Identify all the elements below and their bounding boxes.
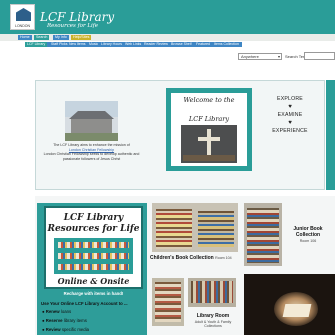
welcome-subtitle: LCF Library [188,115,230,123]
promo-title-line-2: Resources for Life [47,224,140,234]
nav-music[interactable]: Music [89,42,98,47]
nav-featured[interactable]: Featured [196,42,210,47]
logo-text: LONDON [15,24,30,28]
welcome-card-inner: Welcome to the LCF Library [171,93,247,166]
explore-examine-experience: EXPLORE ♥ EXAMINE ♥ EXPERIENCE [262,96,318,135]
secondary-nav: LCF Library Staff Picks New Items Music … [0,41,335,48]
library-room-title[interactable]: Library Room [188,313,238,319]
heart-icon: ♥ [288,120,292,126]
nav-home[interactable]: Home [18,35,32,40]
search-scope-value: Anywhere [241,54,259,59]
library-room-subtitle: Adult & Youth & Family Collections [194,320,232,329]
site-title[interactable]: LCF Library [40,10,114,24]
nav-staff-picks[interactable]: Staff Picks [51,42,67,47]
nav-new-items[interactable]: New Items [69,42,86,47]
word-examine: EXAMINE [277,112,303,118]
junior-collection-title[interactable]: Junior Book Collection [286,226,330,238]
library-room-photo[interactable] [152,278,184,326]
bullet-verb: Reserve [45,318,63,323]
use-account-heading: Use Your Online LCF Library Account to .… [41,301,128,306]
search-input[interactable] [304,52,335,60]
promo-title-line-3: Online & Onsite [57,276,130,286]
welcome-title: Welcome to the [183,96,235,104]
childrens-collection-title: Children's Book Collection [150,255,214,261]
nav-lcf-library[interactable]: LCF Library [25,42,48,47]
cross-photo [181,125,237,163]
word-explore: EXPLORE [277,96,303,102]
nav-browse-shelf[interactable]: Browse Shelf [171,42,192,47]
bullet-renew: ● Renew loans [42,309,72,314]
chevron-down-icon: ▾ [277,54,280,59]
welcome-card: Welcome to the LCF Library [166,88,252,171]
bullet-rest: specific media [61,327,90,332]
bullet-reserve: ● Reserve library items [42,318,87,323]
promo-title-line-1: LCF Library [63,213,124,223]
search-scope-select[interactable]: Anywhere ▾ [238,53,282,60]
library-room-photo-2[interactable] [188,278,236,307]
intro-panel-accent [326,80,335,190]
library-promo-banner[interactable]: LCF Library Resources for Life Online & … [44,206,143,289]
bullet-verb: Review [45,327,61,332]
nav-library-hours[interactable]: Library Hours [101,42,122,47]
church-logo-icon [16,8,31,21]
junior-collection-room: Room 106 [299,239,317,243]
mission-line-1: The LCF Library aims to enhance the miss… [53,143,130,147]
nav-items-collection[interactable]: Items Collection [214,42,239,47]
childrens-collection-photo[interactable] [152,203,238,252]
nav-reader-review[interactable]: Reader Review [144,42,168,47]
open-book-icon [282,304,312,317]
bullet-rest: loans [60,309,72,314]
childrens-collection-room: Room 104 [215,256,232,260]
heart-icon: ♥ [288,104,292,110]
bullet-review: ● Review specific media [42,327,90,332]
mission-caption: The LCF Library aims to enhance the miss… [43,143,140,161]
bookshelf-illustration [54,238,133,274]
recharge-text: Recharge with items in hand! [63,291,124,296]
primary-nav: Home Search My Info Help/Sites [0,34,335,41]
church-building-photo [65,101,118,141]
childrens-collection-caption[interactable]: Children's Book Collection Room 104 [150,255,232,261]
mission-line-2: London Christian Fellowship seeks to dev… [43,152,140,161]
nav-help-sites[interactable]: Help/Sites [71,35,92,40]
bullet-verb: Renew [45,309,60,314]
junior-collection-photo[interactable] [244,203,282,266]
nav-my-info[interactable]: My Info [53,35,69,40]
nav-web-links[interactable]: Web Links [125,42,141,47]
site-subtitle: Resources for Life [47,23,99,29]
site-header: LONDON LCF Library Resources for Life [0,0,335,34]
london-logo[interactable]: LONDON [10,4,35,30]
reading-photo [244,274,335,335]
word-experience: EXPERIENCE [272,128,308,134]
bullet-rest: library items [63,318,87,323]
nav-search[interactable]: Search [34,35,50,40]
